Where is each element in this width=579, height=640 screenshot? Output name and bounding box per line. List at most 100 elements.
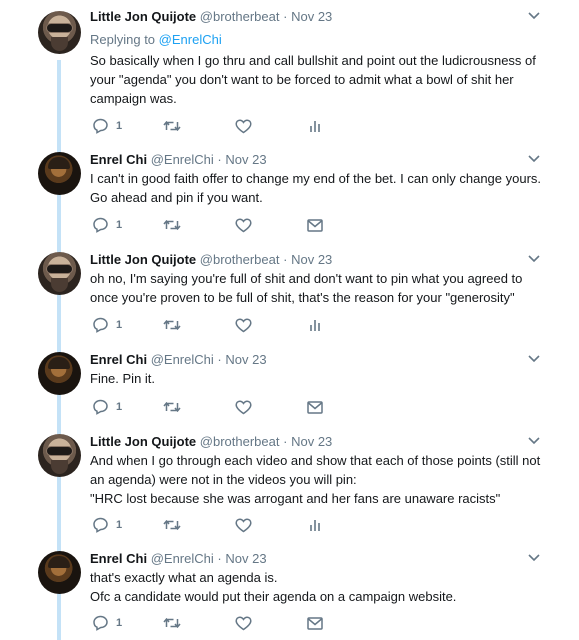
tweet-text: that's exactly what an agenda is. Ofc a … [90,568,550,606]
like-button[interactable] [235,614,252,632]
author-handle[interactable]: @EnrelChi [151,352,214,367]
tweet[interactable]: Little Jon Quijote @brotherbeat · Nov 23… [0,432,579,550]
tweet[interactable]: Little Jon Quijote @brotherbeat · Nov 23… [0,250,579,350]
tweet-actions: 1 [90,614,330,632]
chevron-down-icon[interactable] [527,154,541,164]
reply-button[interactable]: 1 [92,316,122,334]
author-name[interactable]: Little Jon Quijote [90,434,196,449]
tweet-text-line: And when I go through each video and sho… [90,453,541,468]
tweet-date[interactable]: Nov 23 [225,551,266,566]
retweet-button[interactable] [163,117,181,135]
reply-count: 1 [116,519,123,531]
retweet-button[interactable] [163,614,181,632]
retweet-icon [163,401,181,413]
reply-count: 1 [116,219,123,231]
message-icon [307,218,323,232]
retweet-icon [163,319,181,331]
author-handle[interactable]: @brotherbeat [200,434,280,449]
reply-count: 1 [116,120,123,132]
tweet-date[interactable]: Nov 23 [225,152,266,167]
chevron-down-icon[interactable] [527,11,541,21]
tweet-header: Little Jon Quijote @brotherbeat · Nov 23 [90,9,332,24]
message-button[interactable] [307,216,323,234]
chevron-down-icon[interactable] [527,354,541,364]
avatar[interactable] [38,352,81,395]
separator: · [217,152,222,167]
author-handle[interactable]: @brotherbeat [200,9,280,24]
tweet[interactable]: Enrel Chi @EnrelChi · Nov 23 Fine. Pin i… [0,350,579,432]
author-name[interactable]: Little Jon Quijote [90,9,196,24]
like-button[interactable] [235,316,252,334]
retweet-button[interactable] [163,516,181,534]
heart-icon [235,615,252,630]
analytics-icon [310,320,320,331]
chevron-down-icon[interactable] [527,254,541,264]
avatar[interactable] [38,11,81,54]
reply-button[interactable]: 1 [92,516,122,534]
reply-button[interactable]: 1 [92,398,122,416]
separator: · [217,352,222,367]
tweet-text-line: once you're proven to be full of shit, t… [90,290,515,305]
retweet-button[interactable] [163,216,181,234]
replying-to-link[interactable]: @EnrelChi [159,32,222,47]
reply-icon [93,217,108,233]
tweet-date[interactable]: Nov 23 [291,434,332,449]
tweet-text: Fine. Pin it. [90,369,550,388]
heart-icon [235,217,252,232]
author-handle[interactable]: @EnrelChi [151,152,214,167]
like-button[interactable] [235,117,252,135]
like-button[interactable] [235,516,252,534]
avatar[interactable] [38,152,81,195]
avatar[interactable] [38,551,81,594]
separator: · [217,551,222,566]
retweet-icon [163,120,181,132]
reply-button[interactable]: 1 [92,614,122,632]
retweet-button[interactable] [163,398,181,416]
tweet-actions: 1 [90,117,330,135]
tweet-text-line: Go ahead and pin if you want. [90,190,263,205]
replying-to-label: Replying to [90,32,156,47]
author-name[interactable]: Enrel Chi [90,352,147,367]
tweet-text-line: that's exactly what an agenda is. [90,570,278,585]
reply-button[interactable]: 1 [92,216,122,234]
tweet-actions: 1 [90,316,330,334]
heart-icon [235,317,252,332]
chevron-down-icon[interactable] [527,436,541,446]
retweet-icon [163,519,181,531]
author-name[interactable]: Little Jon Quijote [90,252,196,267]
author-handle[interactable]: @EnrelChi [151,551,214,566]
tweet-text-line: Fine. Pin it. [90,371,156,386]
heart-icon [235,399,252,414]
avatar[interactable] [38,434,81,477]
author-name[interactable]: Enrel Chi [90,551,147,566]
tweet[interactable]: Little Jon Quijote @brotherbeat · Nov 23… [0,0,579,150]
tweet-text-line: your "agenda" you don't want to be force… [90,72,514,87]
message-icon [307,616,323,630]
analytics-button[interactable] [309,316,321,334]
replying-to: Replying to @EnrelChi [90,32,222,47]
analytics-button[interactable] [309,516,321,534]
reply-button[interactable]: 1 [92,117,122,135]
message-button[interactable] [307,614,323,632]
separator: · [283,9,288,24]
tweet-actions: 1 [90,516,330,534]
analytics-button[interactable] [309,117,321,135]
tweet-text: I can't in good faith offer to change my… [90,169,550,207]
like-button[interactable] [235,398,252,416]
tweet-date[interactable]: Nov 23 [225,352,266,367]
tweet[interactable]: Enrel Chi @EnrelChi · Nov 23 that's exac… [0,550,579,640]
tweet[interactable]: Enrel Chi @EnrelChi · Nov 23 I can't in … [0,150,579,250]
like-button[interactable] [235,216,252,234]
message-button[interactable] [307,398,323,416]
heart-icon [235,517,252,532]
chevron-down-icon[interactable] [527,553,541,563]
tweet-actions: 1 [90,216,330,234]
author-handle[interactable]: @brotherbeat [200,252,280,267]
tweet-text-line: campaign was. [90,91,177,106]
tweet-date[interactable]: Nov 23 [291,9,332,24]
avatar[interactable] [38,252,81,295]
tweet-date[interactable]: Nov 23 [291,252,332,267]
author-name[interactable]: Enrel Chi [90,152,147,167]
retweet-button[interactable] [163,316,181,334]
separator: · [283,252,288,267]
